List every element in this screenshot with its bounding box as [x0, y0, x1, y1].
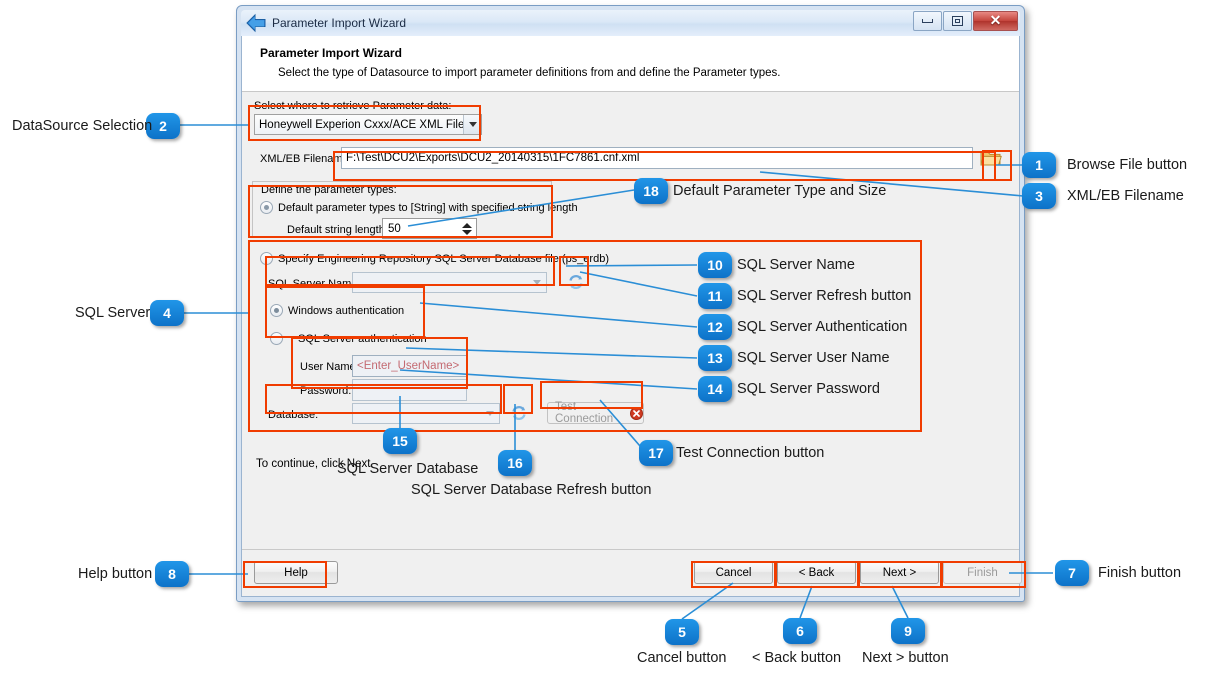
- chevron-down-icon[interactable]: [463, 115, 481, 134]
- callout-7-label: Finish button: [1098, 565, 1182, 581]
- callout-9: 9: [891, 618, 925, 644]
- database-refresh-button[interactable]: [507, 401, 531, 425]
- callout-5: 5: [665, 619, 699, 645]
- folder-icon: [979, 151, 1002, 165]
- filename-input[interactable]: F:\Test\DCU2\Exports\DCU2_20140315\1FC78…: [341, 147, 973, 169]
- default-parameter-types-label: Default parameter types to [String] with…: [278, 202, 578, 214]
- callout-5-label: Cancel button: [637, 650, 727, 666]
- windows-authentication-label: Windows authentication: [288, 305, 405, 317]
- next-button[interactable]: Next >: [860, 561, 939, 584]
- callout-17: 17: [639, 440, 673, 466]
- specify-sql-repository-label: Specify Engineering Repository SQL Serve…: [278, 253, 609, 265]
- wizard-body: Select where to retrieve Parameter data:…: [242, 92, 1019, 517]
- default-parameter-types-radio[interactable]: [260, 201, 273, 214]
- wizard-subtitle: Select the type of Datasource to import …: [278, 67, 781, 79]
- user-name-label: User Name:: [300, 361, 359, 373]
- callout-3: 3: [1022, 183, 1056, 209]
- callout-15-label: SQL Server Database: [337, 461, 479, 477]
- sql-server-name-label: SQL Server Name:: [268, 278, 361, 290]
- maximize-button[interactable]: [943, 11, 972, 31]
- test-connection-label: Test Connection: [555, 401, 614, 425]
- error-icon: [630, 406, 643, 420]
- finish-button[interactable]: Finish: [943, 561, 1022, 584]
- filename-label: XML/EB Filename:: [260, 153, 352, 165]
- database-label: Database:: [268, 409, 319, 421]
- callout-14-label: SQL Server Password: [737, 381, 880, 397]
- callout-18-label: Default Parameter Type and Size: [673, 183, 887, 199]
- callout-9-label: Next > button: [862, 650, 949, 666]
- back-button[interactable]: < Back: [777, 561, 856, 584]
- database-combo[interactable]: [352, 403, 500, 424]
- sql-server-name-combo[interactable]: [352, 272, 547, 293]
- window-client-area: Parameter Import Wizard Select the type …: [241, 36, 1022, 597]
- browse-file-button[interactable]: [977, 146, 1004, 170]
- refresh-icon: [569, 275, 583, 289]
- wizard-title: Parameter Import Wizard: [260, 46, 402, 60]
- specify-sql-repository-radio[interactable]: [260, 252, 273, 265]
- spinner-up-icon[interactable]: [462, 222, 472, 228]
- callout-18: 18: [634, 178, 668, 204]
- sql-server-refresh-button[interactable]: [564, 270, 588, 294]
- parameter-types-group-label: Define the parameter types:: [258, 184, 400, 196]
- sql-server-authentication-label: SQL Server authentication: [298, 333, 427, 345]
- spinner-down-icon[interactable]: [462, 229, 472, 235]
- callout-10-label: SQL Server Name: [737, 257, 855, 273]
- user-name-placeholder: <Enter_UserName>: [357, 360, 460, 372]
- string-length-input[interactable]: 50: [382, 218, 477, 239]
- window-title: Parameter Import Wizard: [272, 16, 407, 30]
- callout-6: 6: [783, 618, 817, 644]
- datasource-label: Select where to retrieve Parameter data:: [254, 100, 452, 112]
- callout-4-label: SQL Server: [75, 305, 151, 321]
- callout-16-label: SQL Server Database Refresh button: [411, 482, 652, 498]
- help-button[interactable]: Help: [254, 561, 338, 584]
- datasource-combo[interactable]: Honeywell Experion Cxxx/ACE XML File: [254, 114, 482, 135]
- callout-3-label: XML/EB Filename: [1067, 188, 1184, 204]
- callout-12: 12: [698, 314, 732, 340]
- wizard-header: Parameter Import Wizard Select the type …: [242, 36, 1019, 92]
- chevron-down-icon[interactable]: [481, 404, 499, 423]
- callout-6-label: < Back button: [752, 650, 842, 666]
- back-arrow-icon[interactable]: [245, 13, 267, 33]
- spinner-buttons[interactable]: [459, 220, 475, 237]
- windows-authentication-radio[interactable]: [270, 304, 283, 317]
- chevron-down-icon[interactable]: [528, 273, 546, 292]
- user-name-input[interactable]: <Enter_UserName>: [352, 355, 467, 377]
- callout-15: 15: [383, 428, 417, 454]
- callout-4: 4: [150, 300, 184, 326]
- callout-1: 1: [1022, 152, 1056, 178]
- cancel-button[interactable]: Cancel: [694, 561, 773, 584]
- callout-2-label: DataSource Selection: [12, 118, 153, 134]
- callout-1-label: Browse File button: [1067, 157, 1188, 173]
- callout-13: 13: [698, 345, 732, 371]
- callout-8: 8: [155, 561, 189, 587]
- callout-16: 16: [498, 450, 532, 476]
- password-label: Password:: [300, 385, 352, 397]
- callout-14: 14: [698, 376, 732, 402]
- callout-11: 11: [698, 283, 732, 309]
- callout-12-label: SQL Server Authentication: [737, 319, 908, 335]
- window-buttons: ✕: [912, 11, 1018, 31]
- callout-7: 7: [1055, 560, 1089, 586]
- datasource-selected-value: Honeywell Experion Cxxx/ACE XML File: [259, 118, 465, 131]
- refresh-icon: [512, 406, 526, 420]
- filename-value: F:\Test\DCU2\Exports\DCU2_20140315\1FC78…: [346, 152, 640, 164]
- test-connection-button[interactable]: Test Connection: [547, 401, 644, 425]
- screenshot-root: Parameter Import Wizard ✕ Parameter Impo…: [0, 0, 1210, 683]
- callout-17-label: Test Connection button: [676, 445, 825, 461]
- sql-server-authentication-radio[interactable]: [270, 332, 283, 345]
- callout-10: 10: [698, 252, 732, 278]
- callout-13-label: SQL Server User Name: [737, 350, 890, 366]
- string-length-label: Default string length:: [287, 224, 388, 236]
- minimize-button[interactable]: [913, 11, 942, 31]
- callout-8-label: Help button: [78, 566, 153, 582]
- close-button[interactable]: ✕: [973, 11, 1018, 31]
- string-length-value: 50: [388, 222, 401, 235]
- password-input[interactable]: [352, 379, 467, 401]
- callout-11-label: SQL Server Refresh button: [737, 288, 912, 304]
- title-bar: Parameter Import Wizard ✕: [241, 10, 1020, 36]
- wizard-footer: Help Cancel < Back Next > Finish: [242, 549, 1022, 596]
